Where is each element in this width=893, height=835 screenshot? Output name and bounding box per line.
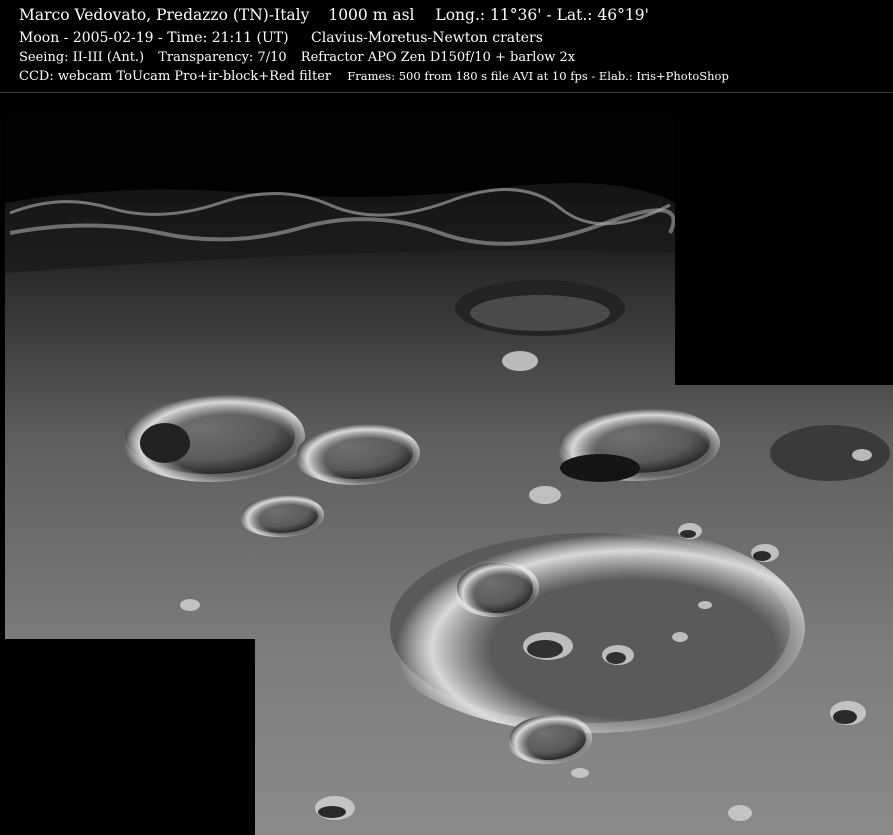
lunar-surface-image (0, 93, 893, 835)
frames: Frames: 500 from 180 s file AVI at 10 fp… (347, 69, 729, 83)
coordinates: Long.: 11°36' - Lat.: 46°19' (435, 6, 649, 24)
altitude: 1000 m asl (328, 6, 415, 24)
date-time: Moon - 2005-02-19 - Time: 21:11 (UT) (19, 30, 289, 46)
observer-location: Marco Vedovato, Predazzo (TN)-Italy (19, 6, 310, 24)
caption-header: Marco Vedovato, Predazzo (TN)-Italy 1000… (0, 0, 893, 92)
transparency: Transparency: 7/10 (158, 50, 287, 65)
caption-line-1: Marco Vedovato, Predazzo (TN)-Italy 1000… (19, 6, 649, 24)
seeing: Seeing: II-III (Ant.) (19, 50, 145, 65)
ccd: CCD: webcam ToUcam Pro+ir-block+Red filt… (19, 69, 332, 84)
caption-line-4: CCD: webcam ToUcam Pro+ir-block+Red filt… (19, 69, 729, 84)
target: Clavius-Moretus-Newton craters (311, 30, 543, 46)
telescope: Refractor APO Zen D150f/10 + barlow 2x (300, 50, 576, 65)
caption-line-2: Moon - 2005-02-19 - Time: 21:11 (UT) Cla… (19, 30, 543, 46)
caption-line-3: Seeing: II-III (Ant.) Transparency: 7/10… (19, 50, 575, 65)
moon-terrain (0, 93, 893, 835)
